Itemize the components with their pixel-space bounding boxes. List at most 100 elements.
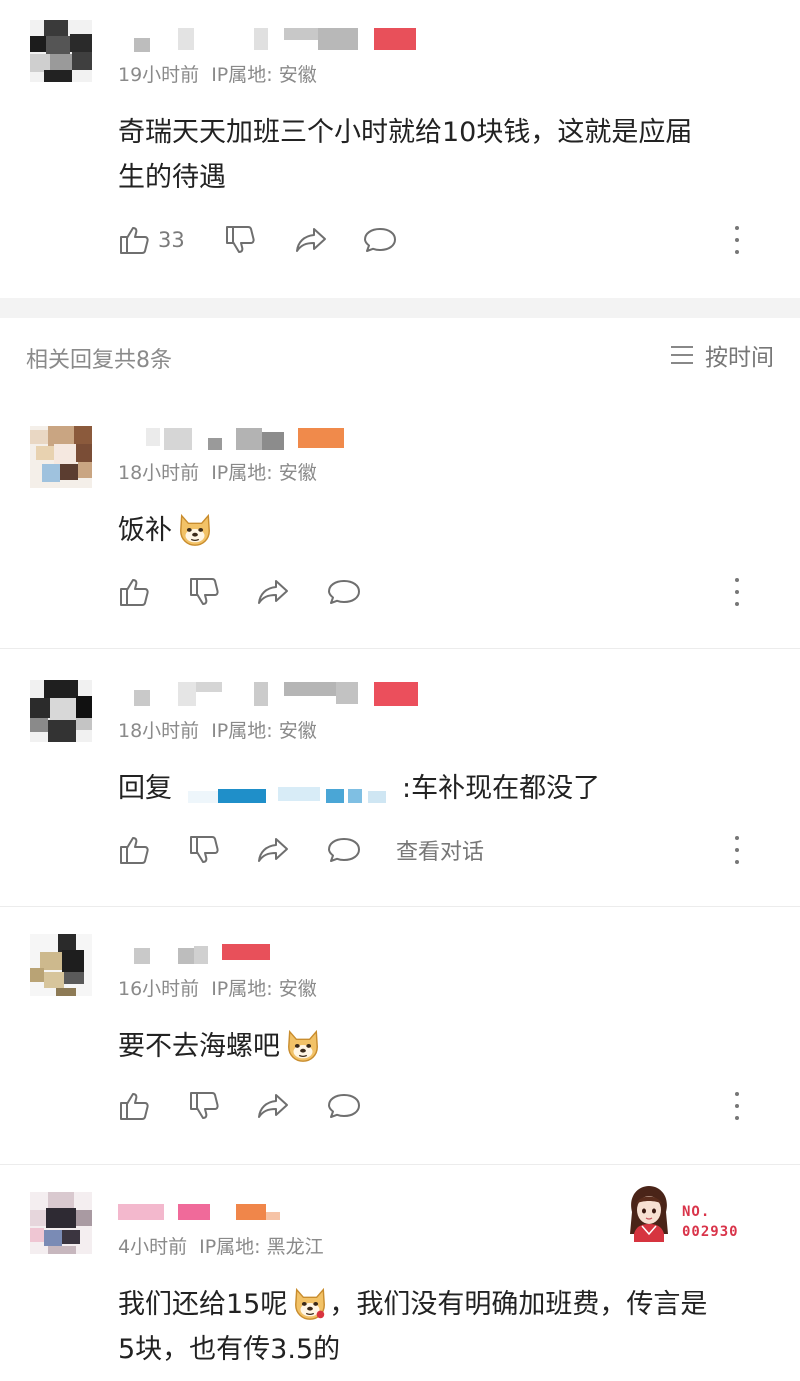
sort-button[interactable]: 按时间	[671, 338, 774, 372]
avatar[interactable]	[30, 20, 92, 82]
like-button[interactable]	[118, 574, 150, 610]
reply-item: 16小时前 IP属地: 安徽 要不去海螺吧	[0, 918, 800, 1164]
username-redacted[interactable]	[118, 28, 428, 54]
reply-ip: IP属地: 安徽	[211, 978, 317, 1000]
reply-text-line: 我们还给15呢 ，我们没有明确加班费，传言是	[118, 1282, 760, 1327]
thumbs-down-icon	[190, 1092, 219, 1119]
reply-text: 回复 :车补现在都没了	[118, 766, 760, 811]
avatar[interactable]	[30, 680, 92, 742]
username-redacted[interactable]	[118, 940, 278, 966]
main-comment: 19小时前 IP属地: 安徽 奇瑞天天加班三个小时就给10块钱，这就是应届 生的待…	[0, 0, 800, 300]
reply-text-body: :车补现在都没了	[402, 773, 601, 804]
more-options-icon[interactable]	[734, 578, 740, 606]
doge-emoji-icon	[295, 1287, 326, 1320]
like-button[interactable]	[118, 832, 150, 868]
comment-time: 19小时前	[118, 64, 200, 86]
reply-item: 18小时前 IP属地: 安徽 饭补	[0, 410, 800, 646]
comment-actions: 33	[118, 222, 800, 258]
thumbs-up-icon	[120, 1093, 149, 1120]
more-options-icon[interactable]	[734, 1092, 740, 1120]
username-redacted[interactable]	[118, 682, 428, 708]
reply-button[interactable]	[326, 574, 362, 610]
thumbs-down-icon	[190, 836, 219, 863]
reply-ip: IP属地: 安徽	[211, 720, 317, 742]
comment-bubble-icon	[328, 1094, 360, 1118]
menu-lines-icon	[671, 346, 693, 364]
avatar[interactable]	[30, 934, 92, 996]
mention-username-redacted[interactable]	[178, 775, 396, 805]
reply-meta: 16小时前 IP属地: 安徽	[118, 974, 329, 1001]
comment-bubble-icon	[328, 580, 360, 604]
username-redacted[interactable]	[118, 1202, 298, 1228]
reply-meta: 18小时前 IP属地: 安徽	[118, 458, 329, 485]
reply-text-body: ，我们没有明确加班费，传言是	[329, 1289, 708, 1320]
comment-bubble-icon	[328, 838, 360, 862]
avatar[interactable]	[30, 1192, 92, 1254]
thumbs-up-icon	[120, 579, 149, 606]
reply-actions	[118, 574, 800, 610]
reply-item: 4小时前 IP属地: 黑龙江 NO. 002930 我们还给15呢 ，我们没有明确加…	[0, 1176, 800, 1381]
thumbs-up-icon	[120, 227, 149, 254]
share-icon	[258, 838, 288, 862]
replies-header: 相关回复共8条 按时间	[26, 336, 774, 376]
reply-button[interactable]	[362, 222, 398, 258]
reply-time: 18小时前	[118, 462, 200, 484]
sort-label: 按时间	[705, 345, 774, 371]
share-icon	[258, 580, 288, 604]
avatar[interactable]	[30, 426, 92, 488]
reply-text: 我们还给15呢 ，我们没有明确加班费，传言是 5块，也有传3.5的	[118, 1282, 760, 1372]
comment-ip: IP属地: 安徽	[211, 64, 317, 86]
share-button[interactable]	[294, 222, 328, 258]
username-redacted[interactable]	[118, 428, 348, 454]
reply-time: 4小时前	[118, 1236, 188, 1258]
share-button[interactable]	[256, 1088, 290, 1124]
more-options-icon[interactable]	[734, 226, 740, 254]
dislike-button[interactable]	[188, 1088, 220, 1124]
reply-text-body: 要不去海螺吧	[118, 1031, 280, 1062]
reply-button[interactable]	[326, 832, 362, 868]
reply-text-body: 我们还给15呢	[118, 1289, 288, 1320]
replies-count: 相关回复共8条	[26, 348, 172, 373]
reply-text: 饭补	[118, 508, 760, 553]
dislike-button[interactable]	[188, 832, 220, 868]
reply-text: 要不去海螺吧	[118, 1024, 760, 1069]
doge-emoji-icon	[288, 1029, 318, 1062]
share-icon	[296, 228, 326, 252]
reply-ip: IP属地: 黑龙江	[199, 1236, 324, 1258]
like-button[interactable]: 33	[118, 222, 185, 258]
thumbs-up-icon	[120, 837, 149, 864]
badge-no-label: NO.	[682, 1204, 711, 1220]
section-separator	[0, 298, 800, 318]
reply-meta: 4小时前 IP属地: 黑龙江	[118, 1232, 336, 1259]
badge-number: 002930	[682, 1224, 739, 1240]
thumbs-down-icon	[190, 578, 219, 605]
dislike-button[interactable]	[224, 222, 256, 258]
reply-item: 18小时前 IP属地: 安徽 回复 :车补现在都没了 查看对话	[0, 660, 800, 906]
reply-actions: 查看对话	[118, 832, 800, 868]
comment-meta: 19小时前 IP属地: 安徽	[118, 60, 329, 87]
divider	[0, 906, 800, 907]
dislike-button[interactable]	[188, 574, 220, 610]
view-conversation-label: 查看对话	[396, 840, 485, 865]
comment-text-line: 奇瑞天天加班三个小时就给10块钱，这就是应届	[118, 117, 693, 148]
reply-text-line: 5块，也有传3.5的	[118, 1334, 341, 1365]
reply-meta: 18小时前 IP属地: 安徽	[118, 716, 329, 743]
reply-button[interactable]	[326, 1088, 362, 1124]
comment-bubble-icon	[364, 228, 396, 252]
reply-prefix: 回复	[118, 773, 172, 804]
doge-emoji-icon	[180, 513, 210, 546]
share-button[interactable]	[256, 832, 290, 868]
share-button[interactable]	[256, 574, 290, 610]
divider	[0, 1164, 800, 1165]
like-count: 33	[158, 228, 185, 252]
anime-avatar-badge-icon	[630, 1186, 668, 1242]
reply-time: 18小时前	[118, 720, 200, 742]
reply-ip: IP属地: 安徽	[211, 462, 317, 484]
view-conversation-link[interactable]: 查看对话	[396, 832, 484, 868]
reply-actions	[118, 1088, 800, 1124]
thumbs-down-icon	[226, 226, 255, 253]
fan-badge[interactable]: NO. 002930	[620, 1182, 750, 1244]
like-button[interactable]	[118, 1088, 150, 1124]
reply-text-body: 饭补	[118, 515, 172, 546]
more-options-icon[interactable]	[734, 836, 740, 864]
